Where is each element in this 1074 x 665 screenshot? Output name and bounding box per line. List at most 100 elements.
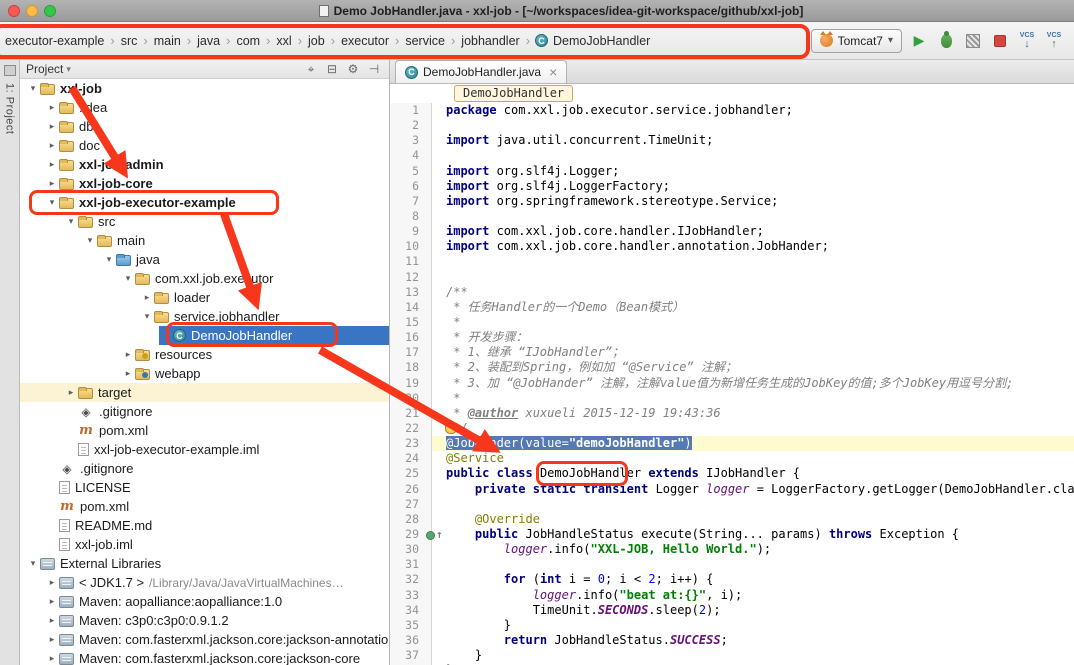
code-line[interactable]: * xyxy=(446,315,1074,330)
line-number[interactable]: 13 xyxy=(390,285,419,300)
collapsed-arrow-icon[interactable]: ▸ xyxy=(45,634,59,645)
tree-row[interactable]: ▸xxl-job-admin xyxy=(20,155,389,174)
code-line[interactable]: import org.springframework.stereotype.Se… xyxy=(446,194,1074,209)
breadcrumb-item[interactable]: executor xyxy=(340,34,390,48)
code-line[interactable]: TimeUnit.SECONDS.sleep(2); xyxy=(446,603,1074,618)
override-method-icon[interactable]: ↑ xyxy=(436,527,443,542)
hide-panel-icon[interactable]: ⊣ xyxy=(365,62,383,76)
code-line[interactable]: package com.xxl.job.executor.service.job… xyxy=(446,103,1074,118)
code-line[interactable]: * 2、装配到Spring，例如加 “@Service” 注解； xyxy=(446,360,1074,375)
tree-row[interactable]: ◈.gitignore xyxy=(20,459,389,478)
tree-row[interactable]: ▸Maven: com.fasterxml.jackson.core:jacks… xyxy=(20,649,389,665)
tree-row[interactable]: ▾service.jobhandler xyxy=(20,307,389,326)
panel-title[interactable]: Project xyxy=(26,62,63,76)
project-tool-window-button[interactable]: 1: Project xyxy=(4,83,16,134)
breadcrumb-item[interactable]: com xyxy=(235,34,261,48)
collapsed-arrow-icon[interactable]: ▸ xyxy=(121,349,135,360)
tree-row[interactable]: xxl-job-executor-example.iml xyxy=(20,440,389,459)
line-number[interactable]: 32 xyxy=(390,572,419,587)
line-number[interactable]: 16 xyxy=(390,330,419,345)
code-line[interactable]: import org.slf4j.LoggerFactory; xyxy=(446,179,1074,194)
code-line[interactable] xyxy=(446,209,1074,224)
expanded-arrow-icon[interactable]: ▾ xyxy=(64,216,78,227)
minimize-window-button[interactable] xyxy=(26,5,38,17)
line-number[interactable]: 31 xyxy=(390,557,419,572)
line-number[interactable]: 12 xyxy=(390,270,419,285)
code-line[interactable]: return JobHandleStatus.SUCCESS; xyxy=(446,633,1074,648)
collapsed-arrow-icon[interactable]: ▸ xyxy=(45,615,59,626)
line-number[interactable]: 28 xyxy=(390,512,419,527)
intention-bulb-icon[interactable] xyxy=(445,422,457,434)
tree-row[interactable]: ▾xxl-job-executor-example xyxy=(20,193,389,212)
expanded-arrow-icon[interactable]: ▾ xyxy=(45,197,59,208)
collapsed-arrow-icon[interactable]: ▸ xyxy=(45,140,59,151)
code-line[interactable]: import com.xxl.job.core.handler.IJobHand… xyxy=(446,224,1074,239)
collapsed-arrow-icon[interactable]: ▸ xyxy=(64,387,78,398)
tree-row[interactable]: CDemoJobHandler xyxy=(20,326,389,345)
breadcrumb-item[interactable]: main xyxy=(153,34,182,48)
editor-breadcrumb-tag[interactable]: DemoJobHandler xyxy=(454,85,573,102)
line-number[interactable]: 37 xyxy=(390,648,419,663)
tree-row[interactable]: README.md xyxy=(20,516,389,535)
collapse-all-icon[interactable]: ⊟ xyxy=(323,62,341,76)
expanded-arrow-icon[interactable]: ▾ xyxy=(102,254,116,265)
vcs-commit-button[interactable]: VCS↑ xyxy=(1044,31,1064,51)
code-line[interactable]: /** xyxy=(446,285,1074,300)
tree-row[interactable]: ▸resources xyxy=(20,345,389,364)
code-line[interactable]: @JobHander(value="demoJobHandler") xyxy=(432,436,1074,451)
code-line[interactable] xyxy=(446,118,1074,133)
line-number[interactable]: 1 xyxy=(390,103,419,118)
code-line[interactable]: */ xyxy=(446,421,1074,436)
collapsed-arrow-icon[interactable]: ▸ xyxy=(45,159,59,170)
line-number[interactable]: 6 xyxy=(390,179,419,194)
close-icon[interactable]: × xyxy=(549,64,557,80)
collapsed-arrow-icon[interactable]: ▸ xyxy=(45,577,59,588)
line-number[interactable]: 19 xyxy=(390,376,419,391)
tree-row[interactable]: mpom.xml xyxy=(20,421,389,440)
code-line[interactable]: import java.util.concurrent.TimeUnit; xyxy=(446,133,1074,148)
code-line[interactable] xyxy=(446,254,1074,269)
tree-row[interactable]: ▸doc xyxy=(20,136,389,155)
line-number[interactable]: 21 xyxy=(390,406,419,421)
code-line[interactable]: * xyxy=(446,391,1074,406)
runnable-line-icon[interactable] xyxy=(426,531,435,540)
code-area[interactable]: 1234567891011121314151617181920212223242… xyxy=(390,103,1074,665)
tab-demojobhandler[interactable]: C DemoJobHandler.java × xyxy=(395,60,567,83)
tree-row[interactable]: ▸db xyxy=(20,117,389,136)
line-number[interactable]: 17 xyxy=(390,345,419,360)
collapsed-arrow-icon[interactable]: ▸ xyxy=(45,653,59,664)
code-line[interactable]: * 1、继承 “IJobHandler”； xyxy=(446,345,1074,360)
zoom-window-button[interactable] xyxy=(44,5,56,17)
collapsed-arrow-icon[interactable]: ▸ xyxy=(45,178,59,189)
tree-row[interactable]: ▸.idea xyxy=(20,98,389,117)
tree-row[interactable]: ◈.gitignore xyxy=(20,402,389,421)
code-line[interactable]: } xyxy=(446,618,1074,633)
tree-row[interactable]: ▸< JDK1.7 >/Library/Java/JavaVirtualMach… xyxy=(20,573,389,592)
coverage-button[interactable] xyxy=(963,31,983,51)
expanded-arrow-icon[interactable]: ▾ xyxy=(26,558,40,569)
line-number[interactable]: 22 xyxy=(390,421,419,436)
tree-row[interactable]: ▾java xyxy=(20,250,389,269)
code-line[interactable]: for (int i = 0; i < 2; i++) { xyxy=(446,572,1074,587)
code-line[interactable]: logger.info("beat at:{}", i); xyxy=(446,588,1074,603)
tree-row[interactable]: ▸Maven: com.fasterxml.jackson.core:jacks… xyxy=(20,630,389,649)
collapsed-arrow-icon[interactable]: ▸ xyxy=(45,102,59,113)
tree-row[interactable]: ▾xxl-job xyxy=(20,79,389,98)
breadcrumb-item[interactable]: service xyxy=(404,34,446,48)
tree-row[interactable]: ▸loader xyxy=(20,288,389,307)
line-number[interactable]: 3 xyxy=(390,133,419,148)
code-line[interactable]: private static transient Logger logger =… xyxy=(446,482,1074,497)
tree-row[interactable]: mpom.xml xyxy=(20,497,389,516)
code-line[interactable]: * 开发步骤： xyxy=(446,330,1074,345)
line-number[interactable]: 30 xyxy=(390,542,419,557)
breadcrumb-item[interactable]: DemoJobHandler xyxy=(552,34,651,48)
breadcrumb-item[interactable]: jobhandler xyxy=(460,34,520,48)
code-line[interactable] xyxy=(446,148,1074,163)
tree-row[interactable]: xxl-job.iml xyxy=(20,535,389,554)
line-number[interactable]: 26 xyxy=(390,482,419,497)
expanded-arrow-icon[interactable]: ▾ xyxy=(26,83,40,94)
breadcrumb-item[interactable]: executor-example xyxy=(4,34,105,48)
code-lines[interactable]: package com.xxl.job.executor.service.job… xyxy=(432,103,1074,665)
code-line[interactable]: * @author xuxueli 2015-12-19 19:43:36 xyxy=(446,406,1074,421)
line-number[interactable]: 33 xyxy=(390,588,419,603)
